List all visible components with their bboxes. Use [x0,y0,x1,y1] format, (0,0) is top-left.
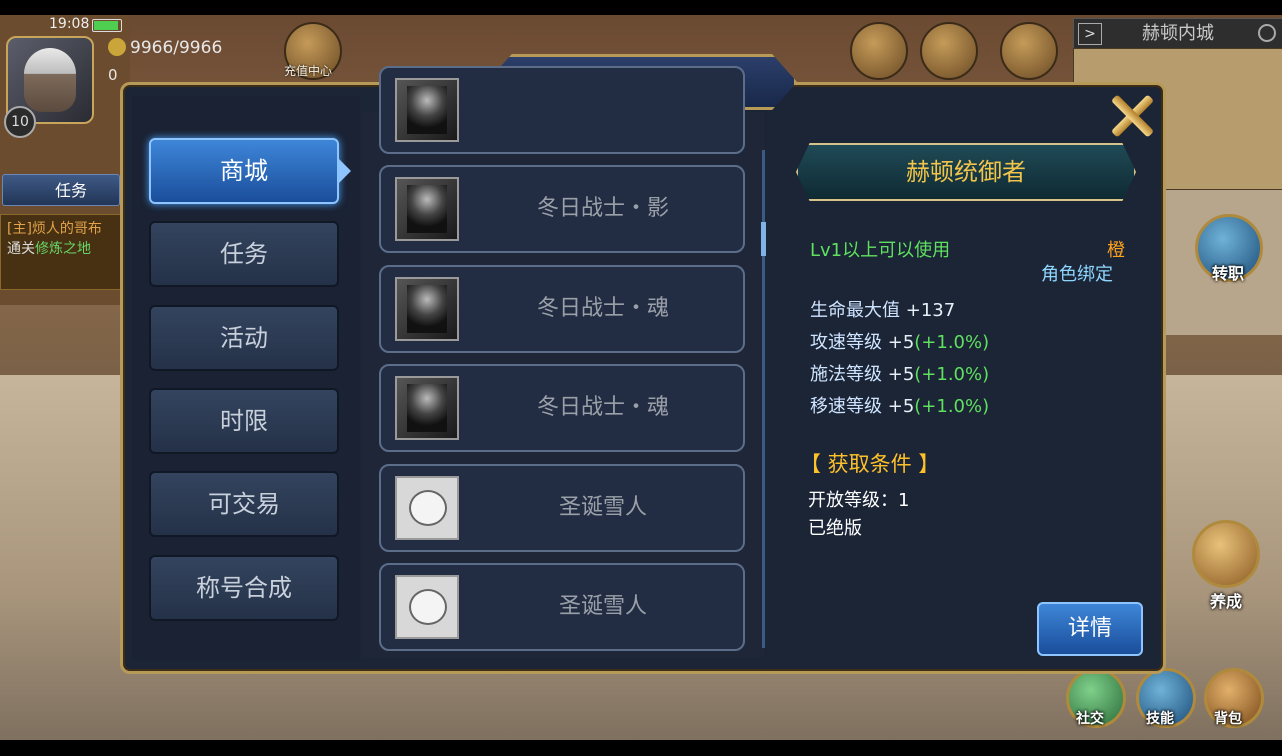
cultivate-label: 养成 [1210,592,1243,611]
stat-value: +5 [887,332,915,353]
stat-hp: 生命最大值 +137 [810,296,955,322]
shop-icon[interactable] [920,22,978,80]
list-item[interactable]: 圣诞雪人 [379,464,745,552]
skills-label: 技能 [1146,711,1174,727]
selected-title-ribbon: 赫顿统御者 [796,143,1136,201]
snowman-icon [395,476,459,540]
gold-counter: 9966/9966 [108,38,222,58]
stat-percent: (+1.0%) [914,364,990,385]
stat-attack-speed: 攻速等级 +5(+1.0%) [810,328,989,354]
binding-label: 角色绑定 [1041,264,1113,285]
player-level-badge: 10 [4,106,36,138]
category-synthesis[interactable]: 称号合成 [149,555,339,621]
stat-percent: (+1.0%) [914,396,990,417]
transfer-label: 转职 [1212,264,1245,283]
event-icon[interactable] [1000,22,1058,80]
category-event[interactable]: 活动 [149,305,339,371]
quality-label: 橙 [1107,240,1125,261]
recharge-label: 充值中心 [284,64,333,78]
category-tradable[interactable]: 可交易 [149,471,339,537]
secondary-currency: 0 [108,66,118,84]
acquire-condition-title: 【 获取条件 】 [800,452,940,476]
level-requirement: Lv1以上可以使用 [810,240,951,261]
quest-tracker[interactable]: [主]烦人的哥布 通关修炼之地 [0,214,125,290]
list-item[interactable]: 圣诞雪人 [379,563,745,651]
quest-tab[interactable]: 任务 [2,174,120,206]
stat-label: 移速等级 [810,396,882,417]
title-name: 冬日战士・影 [536,196,669,221]
close-button[interactable] [1108,92,1156,140]
title-name: 冬日战士・魂 [536,395,669,420]
stat-label: 施法等级 [810,364,882,385]
snowman-icon [395,575,459,639]
condition-level: 开放等级：1 [808,490,910,511]
auction-icon[interactable] [850,22,908,80]
cultivate-button[interactable] [1192,520,1260,588]
battery-icon [92,19,122,32]
list-item[interactable]: 冬日战士・魂 [379,265,745,353]
title-name: 圣诞雪人 [558,594,647,619]
list-scrollbar[interactable] [761,150,766,648]
stat-move-speed: 移速等级 +5(+1.0%) [810,392,989,418]
stat-label: 攻速等级 [810,332,882,353]
coin-icon [108,38,126,56]
details-button[interactable]: 详情 [1037,602,1143,656]
active-category-pointer [337,157,351,185]
scrollbar-thumb[interactable] [761,222,766,256]
stat-value: +5 [887,396,915,417]
expand-arrow-icon[interactable]: > [1078,23,1102,45]
search-icon[interactable] [1258,24,1276,42]
title-name: 圣诞雪人 [558,495,647,520]
clock: 19:08 [49,16,90,32]
warrior-icon [395,177,459,241]
quest-line-2: 通关修炼之地 [7,241,91,257]
title-name: 冬日战士・魂 [536,296,669,321]
condition-status: 已绝版 [808,518,862,539]
stat-percent: (+1.0%) [914,332,990,353]
stat-value: +137 [905,300,956,321]
portrait-image [24,48,76,112]
warrior-icon [395,277,459,341]
minimap-header: > 赫顿内城 [1073,18,1282,50]
list-item[interactable]: 冬日战士・魂 [379,364,745,452]
map-name: 赫顿内城 [1142,23,1214,44]
gold-value: 9966/9966 [130,38,223,58]
category-quest[interactable]: 任务 [149,221,339,287]
warrior-icon [395,78,459,142]
list-item[interactable]: 冬日战士・影 [379,165,745,253]
social-label: 社交 [1076,711,1104,727]
quest-tab-label: 任务 [55,181,88,200]
warrior-icon [395,376,459,440]
category-shop[interactable]: 商城 [149,138,339,204]
bag-label: 背包 [1214,711,1242,727]
stat-cast-speed: 施法等级 +5(+1.0%) [810,360,989,386]
list-item-partial[interactable] [379,66,745,154]
stat-value: +5 [887,364,915,385]
category-limited[interactable]: 时限 [149,388,339,454]
stat-label: 生命最大值 [810,300,900,321]
quest-line-1: [主]烦人的哥布 [7,221,102,237]
